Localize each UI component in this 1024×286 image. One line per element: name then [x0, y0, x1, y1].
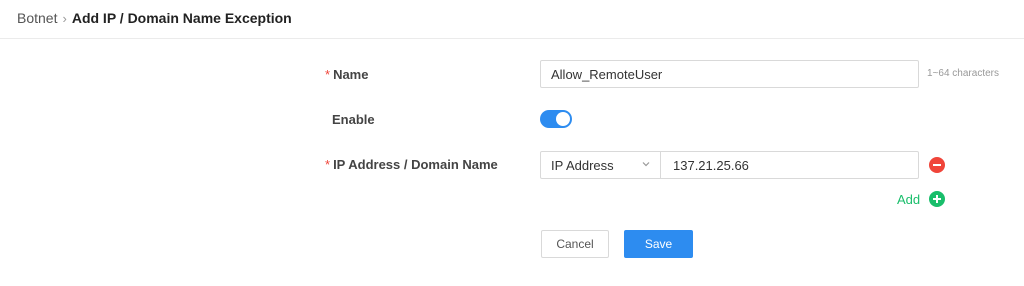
- minus-circle-icon[interactable]: [929, 157, 945, 173]
- chevron-down-icon: [642, 162, 650, 167]
- enable-toggle[interactable]: [540, 110, 572, 128]
- address-type-select[interactable]: IP Address: [540, 151, 661, 179]
- save-button[interactable]: Save: [624, 230, 693, 258]
- chevron-right-icon: ›: [62, 10, 67, 26]
- required-marker: *: [325, 67, 331, 82]
- plus-circle-icon[interactable]: [929, 191, 945, 207]
- name-hint: 1~64 characters: [927, 68, 999, 79]
- toggle-knob: [556, 112, 570, 126]
- address-label: * IP Address / Domain Name: [325, 157, 498, 172]
- name-input[interactable]: [540, 60, 919, 88]
- page-header: Botnet › Add IP / Domain Name Exception: [0, 0, 1024, 39]
- address-type-value: IP Address: [551, 157, 614, 173]
- name-label: * Name: [325, 67, 368, 82]
- name-label-text: Name: [333, 67, 369, 82]
- address-label-text: IP Address / Domain Name: [333, 157, 498, 172]
- breadcrumb: Botnet › Add IP / Domain Name Exception: [17, 10, 292, 26]
- enable-label: Enable: [332, 112, 375, 127]
- page-title: Add IP / Domain Name Exception: [71, 10, 292, 26]
- add-address-link[interactable]: Add: [897, 192, 920, 207]
- address-input[interactable]: [660, 151, 919, 179]
- required-marker: *: [325, 157, 331, 172]
- breadcrumb-parent-link[interactable]: Botnet: [17, 10, 57, 26]
- cancel-button[interactable]: Cancel: [541, 230, 609, 258]
